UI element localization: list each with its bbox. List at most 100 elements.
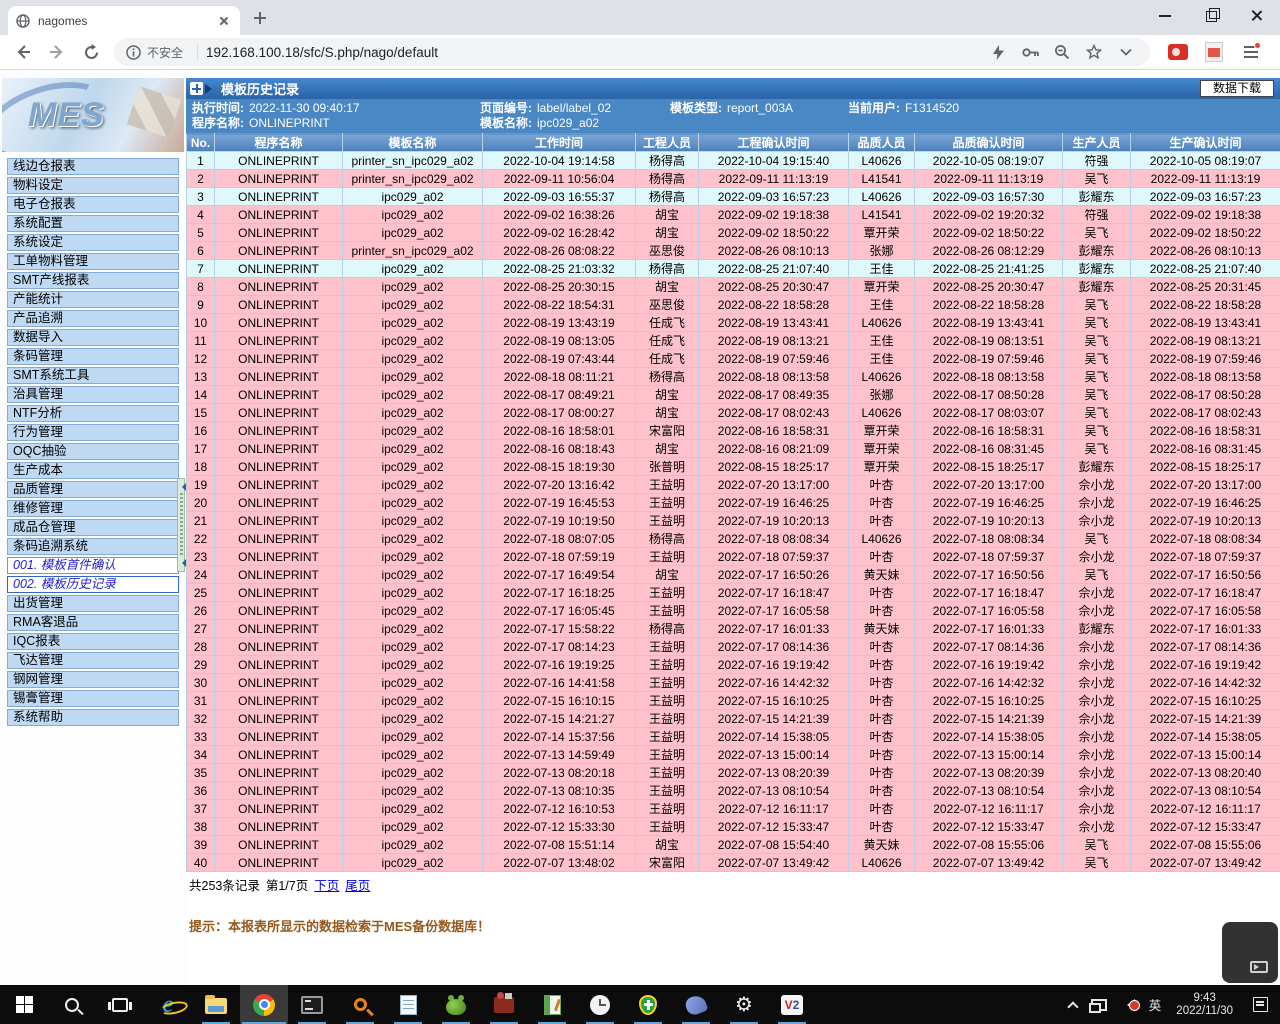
template-name-link[interactable]: ipc029_a02 <box>343 350 483 368</box>
template-name-link[interactable]: ipc029_a02 <box>343 764 483 782</box>
sidebar-item[interactable]: 系统帮助 <box>7 709 179 726</box>
sidebar-item[interactable]: 行为管理 <box>7 424 179 441</box>
screen-recorder-widget[interactable] <box>1222 922 1278 983</box>
browser-tab[interactable]: nagomes <box>8 6 240 35</box>
sidebar-item[interactable]: 飞达管理 <box>7 652 179 669</box>
vnc-button[interactable]: V2 <box>768 985 816 1024</box>
template-name-link[interactable]: ipc029_a02 <box>343 512 483 530</box>
task-view-button[interactable] <box>96 985 144 1024</box>
template-name-link[interactable]: ipc029_a02 <box>343 674 483 692</box>
sidebar-item[interactable]: SMT产线报表 <box>7 272 179 289</box>
sidebar-item[interactable]: IQC报表 <box>7 633 179 650</box>
window-minimize-button[interactable] <box>1142 0 1188 30</box>
tray-expand-button[interactable] <box>1069 999 1077 1011</box>
template-name-link[interactable]: printer_sn_ipc029_a02 <box>343 152 483 170</box>
sidebar-item[interactable]: RMA客退品 <box>7 614 179 631</box>
sidebar-item[interactable]: 工单物料管理 <box>7 253 179 270</box>
window-close-button[interactable] <box>1234 0 1280 30</box>
flash-plugin-icon[interactable] <box>986 40 1010 64</box>
template-name-link[interactable]: ipc029_a02 <box>343 188 483 206</box>
sidebar-item[interactable]: SMT系统工具 <box>7 367 179 384</box>
sidebar-item[interactable]: 出货管理 <box>7 595 179 612</box>
template-name-link[interactable]: ipc029_a02 <box>343 746 483 764</box>
template-name-link[interactable]: ipc029_a02 <box>343 476 483 494</box>
sidebar-item[interactable]: 条码管理 <box>7 348 179 365</box>
template-name-link[interactable]: printer_sn_ipc029_a02 <box>343 170 483 188</box>
pdf-extension-icon[interactable] <box>1201 39 1227 65</box>
sidebar-item[interactable]: 维修管理 <box>7 500 179 517</box>
sidebar-item[interactable]: 生产成本 <box>7 462 179 479</box>
reload-button[interactable] <box>78 39 104 65</box>
template-name-link[interactable]: ipc029_a02 <box>343 548 483 566</box>
sidebar-item[interactable]: NTF分析 <box>7 405 179 422</box>
template-name-link[interactable]: ipc029_a02 <box>343 368 483 386</box>
template-name-link[interactable]: ipc029_a02 <box>343 728 483 746</box>
sidebar-item[interactable]: 系统设定 <box>7 234 179 251</box>
template-name-link[interactable]: ipc029_a02 <box>343 566 483 584</box>
sidebar-item[interactable]: 品质管理 <box>7 481 179 498</box>
sidebar-item[interactable]: 电子仓报表 <box>7 196 179 213</box>
template-name-link[interactable]: ipc029_a02 <box>343 224 483 242</box>
template-name-link[interactable]: ipc029_a02 <box>343 710 483 728</box>
template-name-link[interactable]: ipc029_a02 <box>343 386 483 404</box>
template-name-link[interactable]: ipc029_a02 <box>343 422 483 440</box>
toad-button[interactable] <box>432 985 480 1024</box>
template-name-link[interactable]: ipc029_a02 <box>343 584 483 602</box>
template-name-link[interactable]: ipc029_a02 <box>343 836 483 854</box>
url-text[interactable]: 192.168.100.18/sfc/S.php/nago/default <box>206 45 438 60</box>
chevron-down-icon[interactable] <box>1114 40 1138 64</box>
template-name-link[interactable]: ipc029_a02 <box>343 692 483 710</box>
template-name-link[interactable]: printer_sn_ipc029_a02 <box>343 242 483 260</box>
sidebar-item[interactable]: OQC抽验 <box>7 443 179 460</box>
sidebar-item[interactable]: 物料设定 <box>7 177 179 194</box>
taskbar-clock[interactable]: 9:43 2022/11/30 <box>1176 992 1233 1018</box>
notepad-button[interactable] <box>384 985 432 1024</box>
search-tool-button[interactable] <box>336 985 384 1024</box>
tab-close-icon[interactable] <box>216 13 232 29</box>
taskbar-search-button[interactable] <box>48 985 96 1024</box>
new-tab-button[interactable] <box>252 10 268 26</box>
info-icon[interactable] <box>126 45 141 60</box>
workstation-app-button[interactable] <box>480 985 528 1024</box>
data-download-button[interactable]: 数据下载 <box>1200 80 1274 97</box>
start-button[interactable] <box>0 985 48 1024</box>
password-key-icon[interactable] <box>1018 40 1042 64</box>
sidebar-item[interactable]: 产能统计 <box>7 291 179 308</box>
sidebar-item[interactable]: 线边仓报表 <box>7 158 179 175</box>
template-name-link[interactable]: ipc029_a02 <box>343 818 483 836</box>
volume-tray-icon[interactable] <box>1121 999 1135 1011</box>
dolphin-app-button[interactable] <box>672 985 720 1024</box>
file-explorer-button[interactable] <box>192 985 240 1024</box>
template-name-link[interactable]: ipc029_a02 <box>343 800 483 818</box>
settings-button[interactable]: ⚙ <box>720 985 768 1024</box>
terminal-button[interactable] <box>288 985 336 1024</box>
action-center-icon[interactable] <box>1253 997 1268 1012</box>
template-name-link[interactable]: ipc029_a02 <box>343 296 483 314</box>
template-name-link[interactable]: ipc029_a02 <box>343 620 483 638</box>
sidebar-item[interactable]: 钢网管理 <box>7 671 179 688</box>
last-page-link[interactable]: 尾页 <box>345 879 370 893</box>
sidebar-item[interactable]: 系统配置 <box>7 215 179 232</box>
template-name-link[interactable]: ipc029_a02 <box>343 278 483 296</box>
template-name-link[interactable]: ipc029_a02 <box>343 440 483 458</box>
template-name-link[interactable]: ipc029_a02 <box>343 206 483 224</box>
security-label[interactable]: 不安全 <box>147 44 183 61</box>
template-name-link[interactable]: ipc029_a02 <box>343 260 483 278</box>
clock-app-button[interactable] <box>576 985 624 1024</box>
sidebar-item[interactable]: 数据导入 <box>7 329 179 346</box>
sidebar-subitem[interactable]: 002. 模板历史记录 <box>7 576 179 593</box>
template-name-link[interactable]: ipc029_a02 <box>343 530 483 548</box>
internet-explorer-button[interactable]: e <box>144 985 192 1024</box>
template-name-link[interactable]: ipc029_a02 <box>343 602 483 620</box>
template-name-link[interactable]: ipc029_a02 <box>343 404 483 422</box>
next-page-link[interactable]: 下页 <box>314 879 339 893</box>
sidebar-item[interactable]: 产品追溯 <box>7 310 179 327</box>
network-tray-icon[interactable] <box>1091 999 1107 1011</box>
template-name-link[interactable]: ipc029_a02 <box>343 458 483 476</box>
bookmark-star-icon[interactable] <box>1082 40 1106 64</box>
template-name-link[interactable]: ipc029_a02 <box>343 494 483 512</box>
expand-plus-icon[interactable] <box>190 82 203 95</box>
address-bar[interactable]: 不安全 192.168.100.18/sfc/S.php/nago/defaul… <box>114 38 1150 66</box>
sidebar-item[interactable]: 条码追溯系统 <box>7 538 179 555</box>
screen-capture-extension-icon[interactable] <box>1165 39 1191 65</box>
